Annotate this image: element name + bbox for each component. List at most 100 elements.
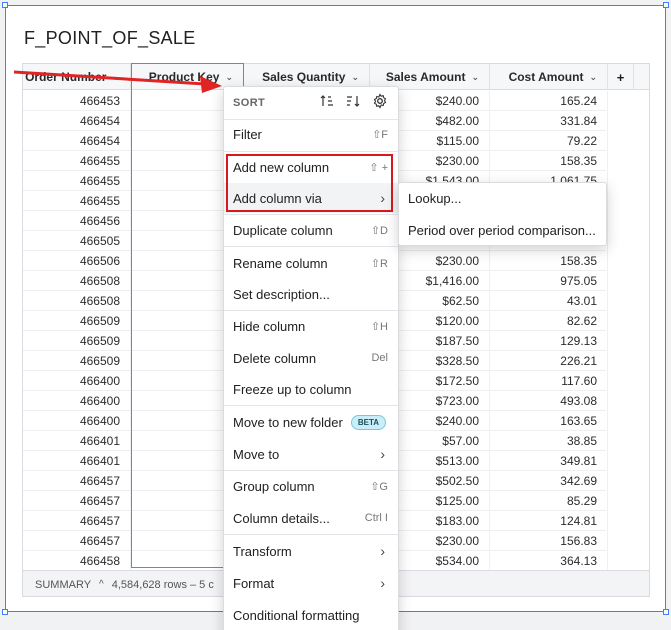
menu-item-label: Period over period comparison... — [408, 223, 596, 238]
table-cell[interactable]: 466509 — [23, 351, 131, 371]
menu-item-set-description[interactable]: Set description... — [224, 279, 398, 309]
menu-item-label: Duplicate column — [233, 222, 333, 238]
chevron-down-icon[interactable]: ⌄ — [351, 72, 359, 83]
table-cell[interactable]: 466508 — [23, 271, 131, 291]
table-cell[interactable]: 466457 — [23, 511, 131, 531]
table-cell[interactable]: 158.35 — [490, 151, 608, 171]
add-column-button[interactable]: + — [608, 64, 634, 90]
menu-item-move-to[interactable]: Move to › — [224, 439, 398, 469]
resize-handle-top-right[interactable] — [663, 2, 669, 8]
menu-item-group-column[interactable]: Group column ⇧G — [224, 471, 398, 501]
table-cell[interactable]: 493.08 — [490, 391, 608, 411]
resize-handle-bottom-right[interactable] — [663, 609, 669, 615]
table-cell[interactable]: 466454 — [23, 111, 131, 131]
table-cell[interactable]: 466400 — [23, 371, 131, 391]
shortcut-hint: ⇧D — [370, 224, 388, 237]
submenu-item-period-comparison[interactable]: Period over period comparison... — [399, 215, 606, 246]
table-cell[interactable]: 156.83 — [490, 531, 608, 551]
chevron-down-icon[interactable]: ⌄ — [471, 72, 479, 83]
menu-item-label: Transform — [233, 543, 292, 559]
menu-item-duplicate-column[interactable]: Duplicate column ⇧D — [224, 215, 398, 245]
table-cell[interactable]: 466456 — [23, 211, 131, 231]
menu-item-conditional-formatting[interactable]: Conditional formatting — [224, 600, 398, 630]
table-cell[interactable]: 82.62 — [490, 311, 608, 331]
shortcut-hint: ⇧H — [370, 320, 388, 333]
menu-item-freeze-up-to-column[interactable]: Freeze up to column — [224, 374, 398, 404]
menu-item-label: Freeze up to column — [233, 381, 352, 397]
table-cell[interactable]: 466455 — [23, 151, 131, 171]
menu-item-delete-column[interactable]: Delete column Del — [224, 343, 398, 373]
table-cell[interactable]: 466454 — [23, 131, 131, 151]
table-cell[interactable]: 226.21 — [490, 351, 608, 371]
menu-item-add-column-via[interactable]: Add column via › — [224, 183, 398, 213]
column-header-label: Product Key — [148, 70, 220, 84]
shortcut-hint: Ctrl I — [364, 512, 388, 524]
menu-item-format[interactable]: Format › — [224, 568, 398, 598]
table-cell[interactable]: 466505 — [23, 231, 131, 251]
menu-item-hide-column[interactable]: Hide column ⇧H — [224, 311, 398, 341]
table-cell[interactable]: 364.13 — [490, 551, 608, 571]
shortcut-hint: ⇧ + — [369, 161, 388, 174]
menu-item-column-details[interactable]: Column details... Ctrl I — [224, 503, 398, 533]
table-cell[interactable]: 466400 — [23, 391, 131, 411]
menu-item-filter[interactable]: Filter ⇧F — [224, 119, 398, 149]
chevron-right-icon: › — [380, 575, 385, 591]
table-cell[interactable]: 466457 — [23, 531, 131, 551]
table-title: F_POINT_OF_SALE — [24, 28, 196, 48]
menu-item-label: Hide column — [233, 318, 306, 334]
summary-rows-text: 4,584,628 rows – 5 c — [111, 578, 214, 591]
table-cell[interactable]: 466509 — [23, 311, 131, 331]
table-cell[interactable]: 466400 — [23, 411, 131, 431]
menu-item-rename-column[interactable]: Rename column ⇧R — [224, 248, 398, 278]
menu-item-label: Add new column — [233, 159, 330, 175]
table-cell[interactable]: 79.22 — [490, 131, 608, 151]
table-cell[interactable]: 342.69 — [490, 471, 608, 491]
table-cell[interactable]: 975.05 — [490, 271, 608, 291]
table-cell[interactable]: 38.85 — [490, 431, 608, 451]
menu-item-transform[interactable]: Transform › — [224, 536, 398, 566]
table-cell[interactable]: 466457 — [23, 471, 131, 491]
column-header-label: Sales Quantity — [262, 70, 346, 84]
table-cell[interactable]: 466455 — [23, 171, 131, 191]
table-cell[interactable]: 349.81 — [490, 451, 608, 471]
chevron-down-icon[interactable]: ⌄ — [112, 72, 120, 83]
table-cell[interactable]: 466509 — [23, 331, 131, 351]
sort-ascending-icon[interactable] — [320, 94, 334, 113]
table-cell[interactable]: 331.84 — [490, 111, 608, 131]
menu-item-label: Add column via — [233, 190, 322, 206]
table-cell[interactable]: 466401 — [23, 431, 131, 451]
table-cell[interactable]: 165.24 — [490, 91, 608, 111]
submenu-item-lookup[interactable]: Lookup... — [399, 183, 606, 214]
menu-item-label: Filter — [233, 126, 262, 142]
sort-descending-icon[interactable] — [346, 94, 360, 113]
gear-icon[interactable] — [372, 93, 388, 114]
table-cell[interactable]: 466508 — [23, 291, 131, 311]
table-cell[interactable]: 466453 — [23, 91, 131, 111]
column-header-cost-amount[interactable]: Cost Amount ⌄ — [490, 64, 608, 90]
chevron-up-icon[interactable]: ^ — [99, 579, 104, 590]
table-cell[interactable]: 466458 — [23, 551, 131, 571]
menu-item-move-to-new-folder[interactable]: Move to new folder BETA — [224, 407, 398, 437]
column-header-order-number[interactable]: Order Number ⌄ — [23, 64, 131, 90]
table-cell[interactable]: 466455 — [23, 191, 131, 211]
table-cell[interactable]: 129.13 — [490, 331, 608, 351]
chevron-down-icon[interactable]: ⌄ — [225, 72, 233, 83]
resize-handle-top-left[interactable] — [2, 2, 8, 8]
resize-handle-bottom-left[interactable] — [2, 609, 8, 615]
chevron-right-icon: › — [380, 543, 385, 559]
table-cell[interactable]: 124.81 — [490, 511, 608, 531]
chevron-down-icon[interactable]: ⌄ — [589, 72, 597, 83]
chevron-right-icon: › — [380, 446, 385, 462]
menu-item-label: Set description... — [233, 286, 330, 302]
menu-item-add-new-column[interactable]: Add new column ⇧ + — [224, 152, 398, 182]
column-header-label: Sales Amount — [385, 70, 466, 84]
chevron-right-icon: › — [380, 190, 385, 206]
table-cell[interactable]: 466506 — [23, 251, 131, 271]
table-cell[interactable]: 163.65 — [490, 411, 608, 431]
table-cell[interactable]: 466401 — [23, 451, 131, 471]
table-cell[interactable]: 466457 — [23, 491, 131, 511]
table-cell[interactable]: 158.35 — [490, 251, 608, 271]
table-cell[interactable]: 85.29 — [490, 491, 608, 511]
table-cell[interactable]: 117.60 — [490, 371, 608, 391]
table-cell[interactable]: 43.01 — [490, 291, 608, 311]
